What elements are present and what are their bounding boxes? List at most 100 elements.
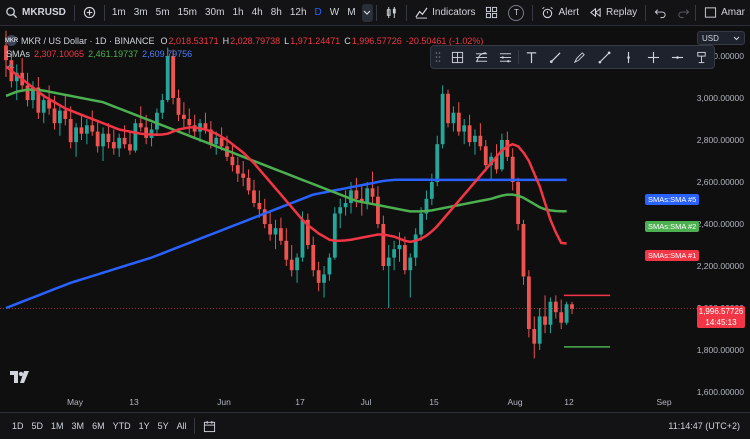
candle-body [289, 259, 294, 271]
sma1-value: 2,307.10065 [34, 48, 85, 59]
interval-15m[interactable]: 15m [174, 7, 201, 18]
candle [424, 190, 429, 220]
candle [473, 129, 477, 155]
interval-30m[interactable]: 30m [201, 7, 228, 18]
interval-3m[interactable]: 3m [130, 7, 152, 18]
divider [645, 4, 647, 21]
candle [58, 106, 62, 136]
vertical-line-tool[interactable] [617, 46, 641, 68]
price-note-tool[interactable] [690, 46, 714, 68]
time-tick: 13 [129, 397, 139, 407]
replay-button[interactable]: Replay [584, 0, 642, 25]
sma-legend-row[interactable]: SMAs 2,307.10065 2,461.19737 2,609.79756 [6, 47, 487, 60]
candle-body [429, 182, 434, 199]
range-1d[interactable]: 1D [8, 421, 28, 431]
tradingview-logo[interactable] [10, 371, 30, 386]
horizontal-line-tool[interactable] [665, 46, 689, 68]
interval-12h[interactable]: 12h [286, 7, 311, 18]
interval-1m[interactable]: 1m [108, 7, 130, 18]
range-ytd[interactable]: YTD [109, 421, 135, 431]
range-1y[interactable]: 1Y [135, 421, 154, 431]
time-tick: Jun [217, 397, 231, 407]
current-price: 1,996.57726 [698, 307, 744, 316]
candle [440, 85, 445, 149]
candle [111, 129, 116, 155]
symbol-search[interactable]: MKRUSD [0, 0, 71, 25]
user-avatar[interactable]: T [503, 0, 529, 25]
legend-title[interactable]: MKR / US Dollar · 1D · BINANCE [21, 36, 155, 46]
cross-line-tool[interactable] [641, 46, 665, 68]
templates-button[interactable] [480, 0, 503, 25]
avatar: T [508, 4, 525, 21]
redo-button[interactable] [672, 0, 695, 25]
interval-5m[interactable]: 5m [152, 7, 174, 18]
candle [381, 215, 386, 271]
legend-collapse-button[interactable] [6, 61, 15, 71]
candle-body [230, 156, 235, 166]
trendline-tool[interactable] [592, 46, 616, 68]
sma2-line[interactable] [5, 88, 567, 213]
indicators-button[interactable]: Indicators [410, 0, 480, 25]
price-chart[interactable] [0, 27, 750, 412]
interval-d[interactable]: D [311, 7, 326, 18]
pen-icon [574, 51, 586, 63]
time-tick: 15 [429, 397, 439, 407]
candle-body [327, 257, 332, 275]
candle-body [322, 274, 326, 283]
layout-button[interactable]: Amar [699, 0, 750, 25]
range-3m[interactable]: 3M [68, 421, 89, 431]
candle [478, 123, 483, 151]
sma1-line[interactable] [5, 65, 567, 245]
drag-handle[interactable] [431, 46, 445, 68]
go-to-date-button[interactable] [198, 413, 221, 439]
candle-body [90, 125, 95, 132]
interval-m[interactable]: M [343, 7, 359, 18]
box-grid-icon [451, 51, 463, 63]
clock-timezone[interactable]: 11:14:47 (UTC+2) [668, 421, 740, 431]
sma1-tag: SMAs:SMA #1 [645, 250, 700, 261]
chart-area[interactable] [0, 27, 750, 412]
candle-body [532, 329, 537, 344]
pen-tool[interactable] [568, 46, 592, 68]
indicators-label: Indicators [432, 7, 476, 18]
range-5d[interactable]: 5D [28, 421, 48, 431]
currency-selector[interactable]: USD [697, 31, 745, 45]
time-tick: 17 [295, 397, 305, 407]
candle [327, 253, 332, 281]
candle-body [500, 140, 504, 170]
undo-button[interactable] [649, 0, 672, 25]
range-all[interactable]: All [173, 421, 191, 431]
candle [354, 177, 359, 208]
fib-tool[interactable] [469, 46, 493, 68]
chart-type-button[interactable] [380, 0, 403, 25]
candle [543, 295, 547, 334]
interval-1h[interactable]: 1h [228, 7, 247, 18]
crosshair-tool[interactable] [445, 46, 469, 68]
price-tick: 1,800.00000 [696, 345, 744, 355]
candle-body [462, 125, 467, 132]
divider [532, 4, 534, 21]
candle-body [160, 100, 165, 113]
low-value: 1,971.24471 [290, 35, 341, 46]
range-1m[interactable]: 1M [47, 421, 68, 431]
sma5-value: 2,609.79756 [142, 48, 193, 59]
pattern-tool[interactable] [494, 46, 518, 68]
interval-dropdown[interactable] [361, 3, 374, 22]
range-6m[interactable]: 6M [88, 421, 109, 431]
alert-button[interactable]: Alert [536, 0, 584, 25]
range-5y[interactable]: 5Y [154, 421, 173, 431]
candle [36, 77, 41, 119]
tv-logo-icon [10, 371, 29, 383]
candle [117, 133, 122, 157]
brush-tool[interactable] [543, 46, 567, 68]
interval-8h[interactable]: 8h [267, 7, 286, 18]
interval-w[interactable]: W [326, 7, 343, 18]
interval-selector: 1m 3m 5m 15m 30m 1h 4h 8h 12h D W M [108, 0, 360, 25]
interval-4h[interactable]: 4h [248, 7, 267, 18]
divider [73, 4, 75, 21]
candle [235, 156, 240, 182]
compare-button[interactable] [78, 0, 101, 25]
symbol-legend-row: MKR MKR / US Dollar · 1D · BINANCE O 2,01… [5, 34, 487, 47]
candle-body [402, 245, 407, 271]
text-tool[interactable] [519, 46, 543, 68]
